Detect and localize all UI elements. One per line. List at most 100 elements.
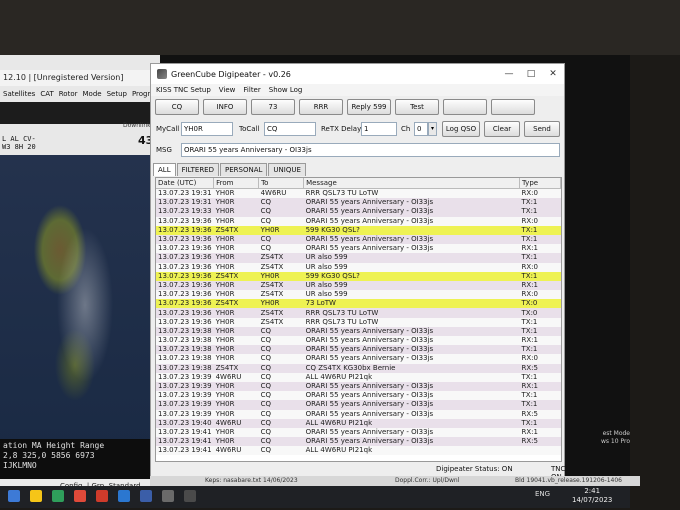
row-message: 73 LoTW — [303, 299, 520, 309]
satellite-app-icon — [157, 69, 167, 79]
table-row[interactable]: 13.07.23 19:38 YH0R CQ ORARI 55 years Anniv… — [156, 336, 561, 346]
menu-kiss-tnc-setup[interactable]: KISS TNC Setup — [156, 84, 211, 96]
channel-input[interactable]: 0 — [414, 122, 428, 136]
row-message: ORARI 55 years Anniversary - OI33js — [303, 400, 520, 410]
app-icon[interactable] — [140, 490, 152, 502]
row-from: YH0R — [213, 400, 259, 410]
table-row[interactable]: 13.07.23 19:36 ZS4TX YH0R 599 KG30 QSL? TX:1 — [156, 225, 561, 235]
window-titlebar[interactable]: GreenCube Digipeater - v0.26 — □ ✕ — [151, 64, 564, 84]
maximize-icon[interactable]: □ — [520, 69, 542, 79]
table-row[interactable]: 13.07.23 19:36 ZS4TX YH0R 73 LoTW TX:0 — [156, 299, 561, 309]
language-indicator[interactable]: ENG — [535, 490, 550, 498]
send-button[interactable]: Send — [524, 121, 560, 137]
log-qso-button[interactable]: Log QSO — [442, 121, 480, 137]
tab-personal[interactable]: PERSONAL — [220, 163, 268, 176]
view-tabs: ALL FILTERED PERSONAL UNIQUE — [153, 163, 307, 176]
reply-599-button[interactable]: Reply 599 — [347, 99, 391, 115]
bg-menu-cat[interactable]: CAT — [40, 87, 53, 101]
row-date: 13.07.23 19:39 — [156, 400, 214, 410]
test-button[interactable]: Test — [395, 99, 439, 115]
tab-unique[interactable]: UNIQUE — [268, 163, 306, 176]
tocall-input[interactable]: CQ — [264, 122, 316, 136]
row-message: ORARI 55 years Anniversary - OI33js — [303, 326, 520, 336]
table-row[interactable]: 13.07.23 19:39 YH0R CQ ORARI 55 years Anniv… — [156, 400, 561, 410]
table-row[interactable]: 13.07.23 19:36 YH0R ZS4TX UR also 599 RX:0 — [156, 290, 561, 300]
table-row[interactable]: 13.07.23 19:36 YH0R CQ ORARI 55 years Anniv… — [156, 216, 561, 226]
table-row[interactable]: 13.07.23 19:41 YH0R CQ ORARI 55 years Anniv… — [156, 427, 561, 438]
table-row[interactable]: 13.07.23 19:38 YH0R CQ ORARI 55 years Anniv… — [156, 354, 561, 364]
cq-button[interactable]: CQ — [155, 99, 199, 115]
info-button[interactable]: INFO — [203, 99, 247, 115]
table-row[interactable]: 13.07.23 19:36 YH0R ZS4TX UR also 599 TX:1 — [156, 253, 561, 263]
clock[interactable]: 2:41 14/07/2023 — [572, 487, 612, 505]
table-row[interactable]: 13.07.23 19:38 YH0R CQ ORARI 55 years Anniv… — [156, 326, 561, 336]
row-date: 13.07.23 19:36 — [156, 234, 214, 245]
column-to[interactable]: To — [258, 178, 305, 189]
table-row[interactable]: 13.07.23 19:36 YH0R CQ ORARI 55 years Anniv… — [156, 234, 561, 245]
clear-button[interactable]: Clear — [484, 121, 520, 137]
table-row[interactable]: 13.07.23 19:36 YH0R ZS4TX RRR QSL73 TU LoTW… — [156, 308, 561, 318]
message-log-table[interactable]: Date (UTC) From To Message Type 13.07.23… — [155, 177, 562, 462]
row-type: RX:0 — [519, 290, 561, 300]
table-row[interactable]: 13.07.23 19:41 YH0R CQ ORARI 55 years Anniv… — [156, 437, 561, 447]
tab-all[interactable]: ALL — [153, 163, 176, 176]
row-type: RX:1 — [519, 280, 561, 291]
retx-delay-input[interactable]: 1 — [361, 122, 397, 136]
table-row[interactable]: 13.07.23 19:36 YH0R ZS4TX RRR QSL73 TU LoTW… — [156, 317, 561, 327]
world-map[interactable] — [0, 155, 160, 455]
minimize-icon[interactable]: — — [498, 69, 520, 79]
table-row[interactable]: 13.07.23 19:31 YH0R CQ ORARI 55 years Anniv… — [156, 198, 561, 208]
channel-spinner-icon[interactable]: ▾ — [428, 122, 437, 136]
bg-menu-mode[interactable]: Mode — [83, 87, 102, 101]
row-from: YH0R — [213, 427, 259, 438]
table-row[interactable]: 13.07.23 19:31 YH0R 4W6RU RRR QSL73 TU LoTW… — [156, 188, 561, 199]
pdf-icon[interactable] — [96, 490, 108, 502]
table-row[interactable]: 13.07.23 19:36 YH0R CQ ORARI 55 years Anniv… — [156, 244, 561, 254]
column-from[interactable]: From — [213, 178, 260, 189]
row-from: ZS4TX — [213, 363, 259, 373]
edge-icon[interactable] — [52, 490, 64, 502]
rrr-button[interactable]: RRR — [299, 99, 343, 115]
table-row[interactable]: 13.07.23 19:36 YH0R ZS4TX UR also 599 RX:1 — [156, 280, 561, 291]
bg-menu-satellites[interactable]: Satellites — [3, 87, 35, 101]
row-date: 13.07.23 19:38 — [156, 354, 214, 364]
bg-menu-rotor[interactable]: Rotor — [59, 87, 78, 101]
table-row[interactable]: 13.07.23 19:38 ZS4TX CQ CQ ZS4TX KG30bx Ber… — [156, 363, 561, 373]
close-icon[interactable]: ✕ — [542, 69, 564, 79]
start-icon[interactable] — [8, 490, 20, 502]
table-row[interactable]: 13.07.23 19:36 ZS4TX YH0R 599 KG30 QSL? TX:1 — [156, 271, 561, 281]
table-row[interactable]: 13.07.23 19:33 YH0R CQ ORARI 55 years Anniv… — [156, 207, 561, 217]
menu-filter[interactable]: Filter — [243, 84, 260, 96]
table-row[interactable]: 13.07.23 19:40 4W6RU CQ ALL 4W6RU PI21qk TX:… — [156, 418, 561, 428]
table-row[interactable]: 13.07.23 19:36 YH0R ZS4TX UR also 599 RX:0 — [156, 262, 561, 272]
table-row[interactable]: 13.07.23 19:39 YH0R CQ ORARI 55 years Anniv… — [156, 409, 561, 419]
word-icon[interactable] — [118, 490, 130, 502]
row-from: YH0R — [213, 381, 259, 392]
table-row[interactable]: 13.07.23 19:39 YH0R CQ ORARI 55 years Anniv… — [156, 391, 561, 401]
table-row[interactable]: 13.07.23 19:39 4W6RU CQ ALL 4W6RU PI21qk TX:… — [156, 372, 561, 382]
73-button[interactable]: 73 — [251, 99, 295, 115]
row-from: YH0R — [213, 326, 259, 336]
column-date[interactable]: Date (UTC) — [156, 178, 215, 189]
menu-view[interactable]: View — [219, 84, 236, 96]
table-row[interactable]: 13.07.23 19:41 4W6RU CQ ALL 4W6RU PI21qk — [156, 446, 561, 456]
macro-button[interactable] — [443, 99, 487, 115]
table-row[interactable]: 13.07.23 19:39 YH0R CQ ORARI 55 years Anniv… — [156, 381, 561, 392]
app-icon[interactable] — [162, 490, 174, 502]
column-message[interactable]: Message — [303, 178, 520, 189]
bg-menu-setup[interactable]: Setup — [107, 87, 127, 101]
row-message: ORARI 55 years Anniversary - OI33js — [303, 381, 520, 392]
column-type[interactable]: Type — [519, 178, 561, 189]
explorer-icon[interactable] — [30, 490, 42, 502]
table-row[interactable]: 13.07.23 19:38 YH0R CQ ORARI 55 years Anniv… — [156, 345, 561, 355]
mycall-input[interactable]: YH0R — [181, 122, 233, 136]
bg-menu-progr[interactable]: Progr — [132, 87, 150, 101]
message-input[interactable]: ORARI 55 years Anniversary - OI33js — [181, 143, 560, 157]
macro-button[interactable] — [491, 99, 535, 115]
row-type: RX:1 — [519, 336, 561, 346]
satellite-app-icon[interactable] — [184, 490, 196, 502]
app-icon[interactable] — [74, 490, 86, 502]
menu-show-log[interactable]: Show Log — [269, 84, 303, 96]
tab-filtered[interactable]: FILTERED — [176, 163, 219, 176]
window-title: GreenCube Digipeater - v0.26 — [171, 69, 291, 79]
